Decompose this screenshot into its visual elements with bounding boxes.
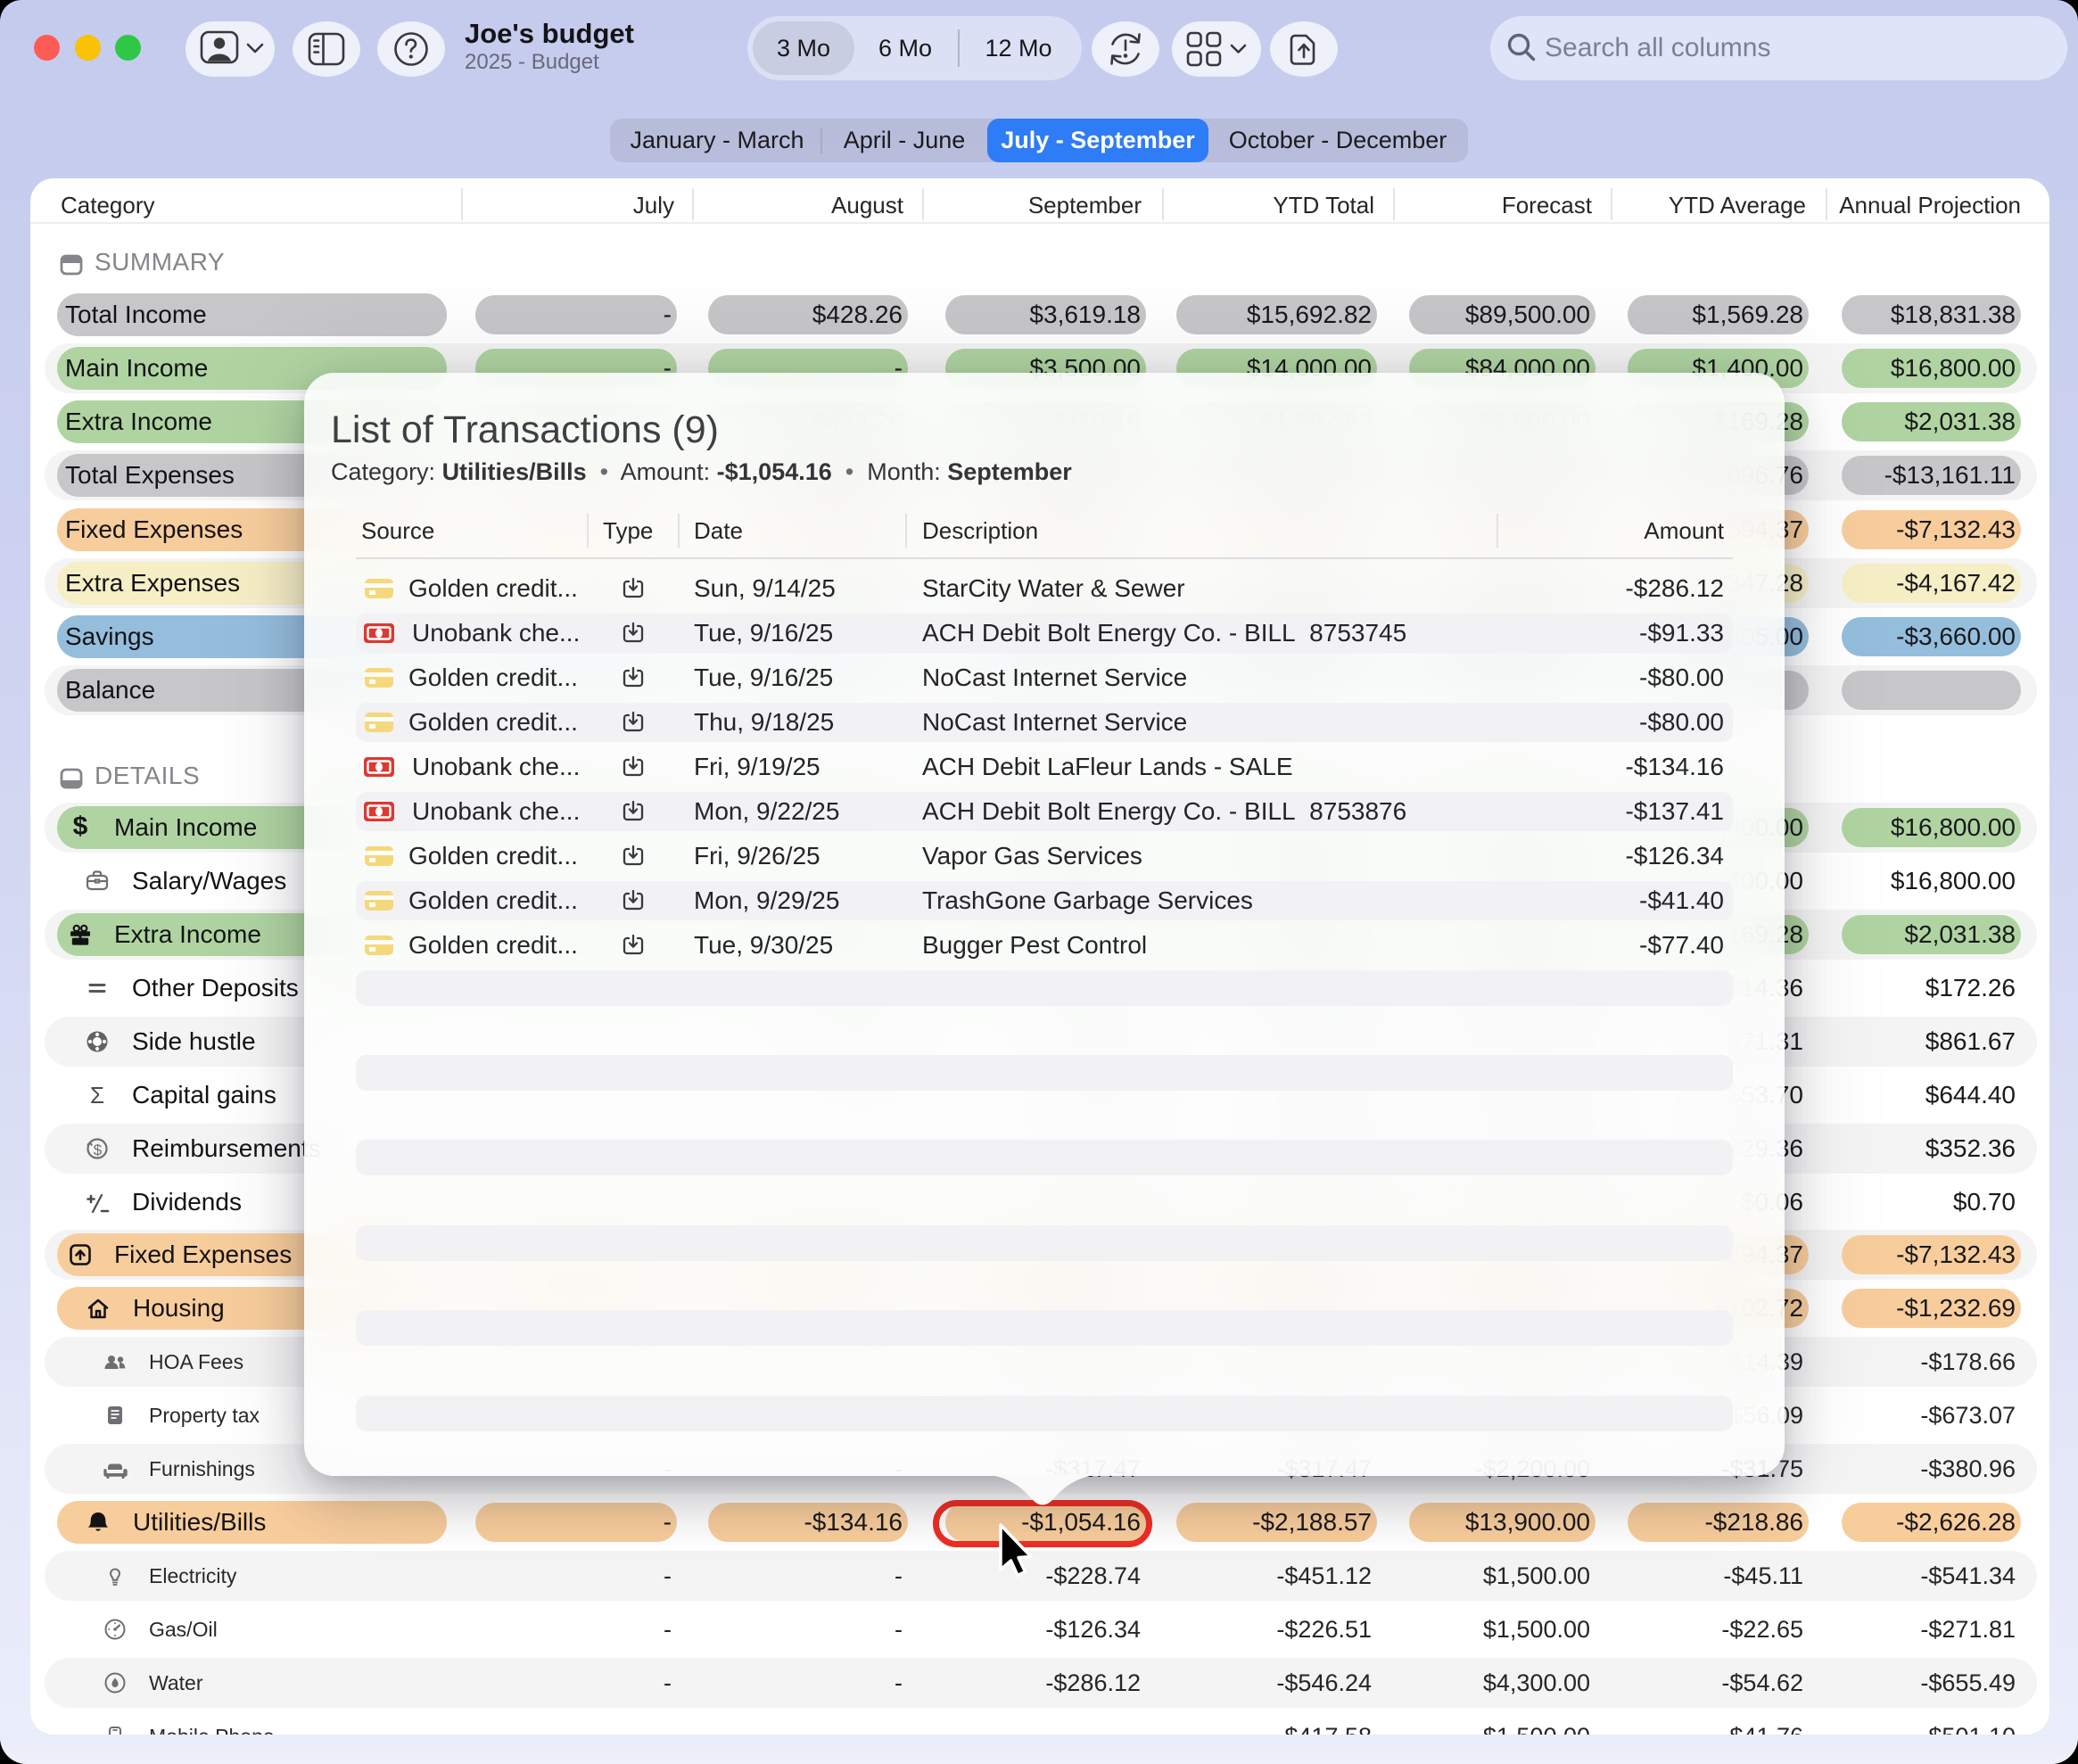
- svg-text:Σ: Σ: [90, 1083, 104, 1108]
- svg-text:$: $: [73, 815, 88, 840]
- svg-text:$: $: [94, 1142, 103, 1158]
